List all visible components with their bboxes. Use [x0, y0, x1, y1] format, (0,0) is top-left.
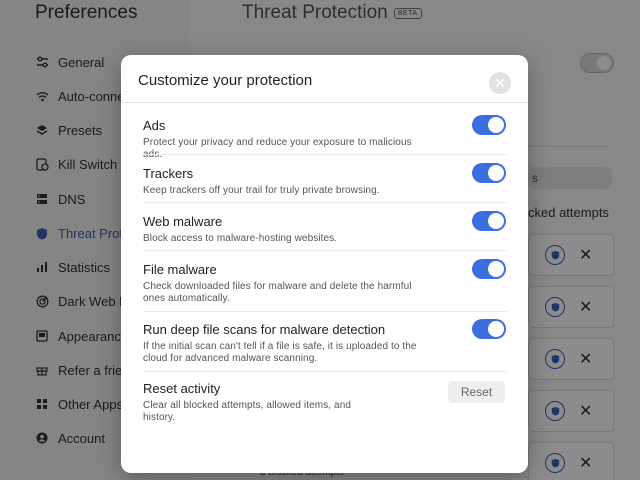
customize-protection-dialog: Customize your protection ✕ Ads Protect … — [121, 55, 528, 473]
close-button[interactable]: ✕ — [489, 72, 511, 94]
reset-button[interactable]: Reset — [448, 381, 505, 403]
setting-description: Protect your privacy and reduce your exp… — [143, 137, 412, 160]
setting-description: Clear all blocked attempts, allowed item… — [143, 400, 352, 423]
setting-description: Check downloaded files for malware and d… — [143, 281, 412, 304]
divider — [121, 102, 528, 103]
divider — [143, 250, 507, 251]
divider — [143, 154, 507, 155]
setting-description: Block access to malware-hosting websites… — [143, 233, 338, 244]
setting-title: File malware — [143, 262, 217, 277]
trackers-toggle[interactable] — [472, 163, 506, 183]
setting-title: Run deep file scans for malware detectio… — [143, 322, 386, 337]
setting-web-malware: Web malware Block access to malware-host… — [143, 214, 507, 245]
dialog-title: Customize your protection — [138, 72, 313, 89]
setting-title: Trackers — [143, 166, 194, 181]
setting-file-malware: File malware Check downloaded files for … — [143, 262, 507, 305]
setting-title: Ads — [143, 118, 166, 133]
divider — [143, 311, 507, 312]
setting-description: If the initial scan can't tell if a file… — [143, 341, 417, 364]
divider — [143, 371, 507, 372]
setting-trackers: Trackers Keep trackers off your trail fo… — [143, 166, 507, 197]
close-icon: ✕ — [494, 74, 506, 91]
setting-title: Web malware — [143, 214, 223, 229]
web-malware-toggle[interactable] — [472, 211, 506, 231]
file-malware-toggle[interactable] — [472, 259, 506, 279]
deep-file-scans-toggle[interactable] — [472, 319, 506, 339]
divider — [143, 202, 507, 203]
setting-deep-file-scans: Run deep file scans for malware detectio… — [143, 322, 507, 365]
ads-toggle[interactable] — [472, 115, 506, 135]
setting-description: Keep trackers off your trail for truly p… — [143, 185, 380, 196]
